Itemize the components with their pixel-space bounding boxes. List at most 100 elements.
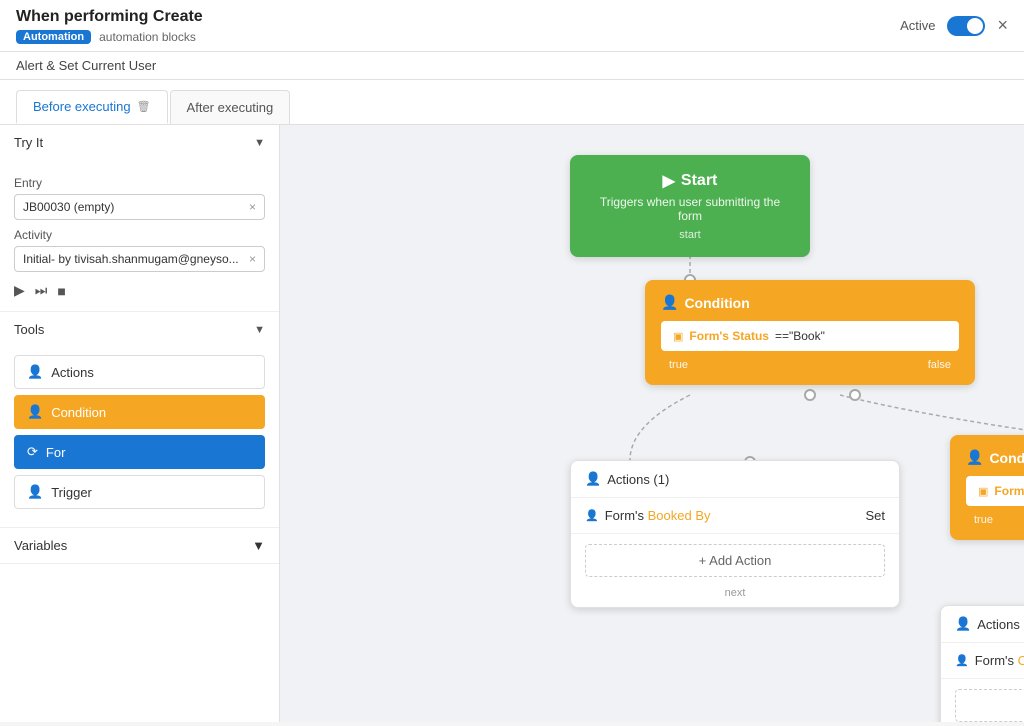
- condition-1-icon: 👤: [661, 294, 678, 311]
- tab-after-executing[interactable]: After executing: [170, 90, 291, 124]
- try-it-section: Try It ▼ Entry JB00030 (empty) × Activit…: [0, 125, 279, 312]
- start-connector-label: start: [590, 229, 790, 241]
- actions-2-row-left: 👤 Form's Confirmed By: [955, 653, 1024, 668]
- close-button[interactable]: ×: [997, 15, 1008, 36]
- actions-2-field-icon: 👤: [955, 654, 969, 667]
- variables-arrow: ▼: [252, 538, 265, 553]
- tools-arrow: ▼: [254, 324, 265, 336]
- actions-node-2: 👤 Actions (1) 👤 Form's Confirmed By Set …: [940, 605, 1024, 722]
- actions-1-field-icon: 👤: [585, 509, 599, 522]
- condition-1-field-op: =="Book": [775, 329, 825, 343]
- tool-actions-label: Actions: [51, 365, 94, 380]
- try-it-label: Try It: [14, 135, 43, 150]
- entry-clear-icon[interactable]: ×: [249, 200, 256, 214]
- entry-value: JB00030 (empty): [23, 200, 249, 214]
- tools-header[interactable]: Tools ▼: [0, 312, 279, 347]
- condition-node-1: 👤 Condition ▣ Form's Status =="Book" tru…: [645, 280, 975, 385]
- add-action-button-1[interactable]: + Add Action: [585, 544, 885, 577]
- actions-2-row-label: Form's Confirmed By: [975, 653, 1024, 668]
- tab-after-label: After executing: [187, 100, 274, 115]
- tool-condition[interactable]: 👤 Condition: [14, 395, 265, 429]
- actions-2-field-name: Confirmed By: [1018, 653, 1024, 668]
- next-label-1: next: [571, 587, 899, 607]
- add-action-button-2[interactable]: + Add Action: [955, 689, 1024, 722]
- actions-2-icon: 👤: [955, 616, 971, 632]
- condition-2-labels: true false: [966, 514, 1024, 526]
- tab-before-delete[interactable]: 🗑: [137, 100, 151, 113]
- play-button[interactable]: ▶: [14, 282, 25, 299]
- step-button[interactable]: ⏭: [35, 282, 48, 299]
- start-node: ▶ Start Triggers when user submitting th…: [570, 155, 810, 257]
- condition-icon: 👤: [27, 404, 43, 420]
- tools-section: Tools ▼ 👤 Actions 👤 Condition ⟳ For 👤: [0, 312, 279, 528]
- top-bar-left: When performing Create Automation automa…: [16, 8, 203, 44]
- condition-2-icon: 👤: [966, 449, 983, 466]
- left-panel: Try It ▼ Entry JB00030 (empty) × Activit…: [0, 125, 280, 722]
- start-node-title: ▶ Start: [590, 171, 790, 191]
- condition-node-2: 👤 Condition ▣ Form's Status =="Confirm" …: [950, 435, 1024, 540]
- tools-label: Tools: [14, 322, 44, 337]
- actions-node-1: 👤 Actions (1) 👤 Form's Booked By Set + A…: [570, 460, 900, 608]
- canvas: ▶ Start Triggers when user submitting th…: [280, 125, 1024, 722]
- top-bar-right: Active ×: [900, 15, 1008, 36]
- sub-bar: Alert & Set Current User: [0, 52, 1024, 80]
- condition-2-title: 👤 Condition: [966, 449, 1024, 466]
- condition-2-field-icon: ▣: [978, 485, 988, 498]
- actions-icon: 👤: [27, 364, 43, 380]
- actions-2-header: 👤 Actions (1): [941, 606, 1024, 643]
- variables-header[interactable]: Variables ▼: [0, 528, 279, 563]
- tabs-bar: Before executing 🗑 After executing: [0, 80, 1024, 125]
- activity-label: Activity: [14, 228, 265, 242]
- tab-before-label: Before executing: [33, 99, 131, 114]
- actions-1-row-left: 👤 Form's Booked By: [585, 508, 711, 523]
- condition-1-field: ▣ Form's Status =="Book": [661, 321, 959, 351]
- activity-clear-icon[interactable]: ×: [249, 252, 256, 266]
- entry-label: Entry: [14, 176, 265, 190]
- tool-for-label: For: [46, 445, 66, 460]
- active-toggle[interactable]: [947, 16, 985, 36]
- start-play-icon: ▶: [663, 171, 675, 191]
- page-title: When performing Create: [16, 8, 203, 26]
- try-it-header[interactable]: Try It ▼: [0, 125, 279, 160]
- top-badges: Automation automation blocks: [16, 30, 203, 44]
- activity-value: Initial- by tivisah.shanmugam@gneyso...: [23, 252, 249, 266]
- tool-condition-label: Condition: [51, 405, 106, 420]
- variables-section: Variables ▼: [0, 528, 279, 564]
- actions-1-header: 👤 Actions (1): [571, 461, 899, 498]
- condition-2-field-label: Form's Status: [994, 484, 1024, 498]
- top-bar: When performing Create Automation automa…: [0, 0, 1024, 52]
- condition-1-field-label: Form's Status: [689, 329, 769, 343]
- trigger-icon: 👤: [27, 484, 43, 500]
- tools-body: 👤 Actions 👤 Condition ⟳ For 👤 Trigger: [0, 347, 279, 527]
- entry-input[interactable]: JB00030 (empty) ×: [14, 194, 265, 220]
- tab-before-executing[interactable]: Before executing 🗑: [16, 90, 168, 124]
- activity-input[interactable]: Initial- by tivisah.shanmugam@gneyso... …: [14, 246, 265, 272]
- for-icon: ⟳: [27, 444, 38, 460]
- stop-button[interactable]: ■: [57, 283, 65, 299]
- tool-actions[interactable]: 👤 Actions: [14, 355, 265, 389]
- sub-bar-label: Alert & Set Current User: [16, 58, 156, 73]
- actions-1-set-label: Set: [865, 508, 885, 523]
- try-it-body: Entry JB00030 (empty) × Activity Initial…: [0, 160, 279, 311]
- condition-2-field: ▣ Form's Status =="Confirm": [966, 476, 1024, 506]
- automation-blocks-label: automation blocks: [99, 30, 196, 44]
- canvas-inner: ▶ Start Triggers when user submitting th…: [280, 125, 1024, 722]
- tool-trigger-label: Trigger: [51, 485, 92, 500]
- active-label: Active: [900, 18, 935, 33]
- tool-for[interactable]: ⟳ For: [14, 435, 265, 469]
- playback-controls: ▶ ⏭ ■: [14, 282, 265, 299]
- condition-1-labels: true false: [661, 359, 959, 371]
- condition-2-true: true: [974, 514, 993, 526]
- actions-1-icon: 👤: [585, 471, 601, 487]
- try-it-arrow: ▼: [254, 137, 265, 149]
- condition-1-field-icon: ▣: [673, 330, 683, 343]
- main-layout: Try It ▼ Entry JB00030 (empty) × Activit…: [0, 125, 1024, 722]
- condition-1-false: false: [928, 359, 951, 371]
- actions-1-row: 👤 Form's Booked By Set: [571, 498, 899, 534]
- actions-1-field-name: Booked By: [648, 508, 711, 523]
- tool-trigger[interactable]: 👤 Trigger: [14, 475, 265, 509]
- actions-1-row-label: Form's Booked By: [605, 508, 711, 523]
- actions-2-row: 👤 Form's Confirmed By Set: [941, 643, 1024, 679]
- condition-1-title: 👤 Condition: [661, 294, 959, 311]
- start-node-subtitle: Triggers when user submitting the form: [590, 195, 790, 223]
